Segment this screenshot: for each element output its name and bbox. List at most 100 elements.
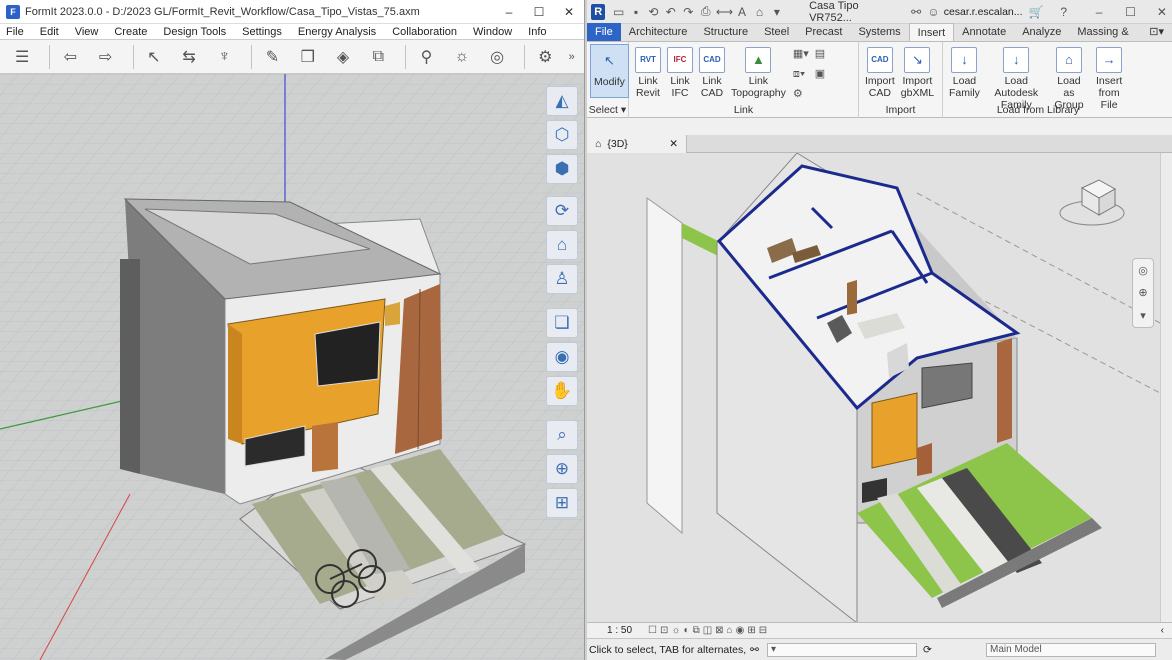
menu-view[interactable]: View [75,26,99,38]
menu-info[interactable]: Info [528,26,546,38]
ribbon-insert: ↖ Modify Select ▾ RVT Link Revit IFC Link… [587,42,1172,118]
undo-icon[interactable]: ↶ [664,5,678,19]
menu-create[interactable]: Create [114,26,147,38]
pan-hand-icon[interactable]: ✋ [546,376,578,406]
status-sync-icon[interactable]: ⟳ [923,644,932,656]
view-control-icons[interactable]: ☐⊡☼◐⧉◫⊠⌂◉⊞⊟ [648,625,770,636]
open-folder-icon[interactable]: ▭ [611,5,625,19]
scale-icon[interactable]: ◎ [483,44,511,70]
tab-analyze[interactable]: Analyze [1014,23,1069,41]
measure-icon[interactable]: ⟷ [716,5,733,19]
move-icon[interactable]: ⇆ [175,44,203,70]
revit-window: R ▭ ▪ ⟲ ↶ ↷ ⎙ ⟷ A ⌂ ▾ Casa Tipo VR752...… [587,0,1172,660]
close-icon[interactable]: ✕ [1155,5,1169,19]
tab-structure[interactable]: Structure [695,23,756,41]
formit-app-icon: F [6,4,20,19]
redo-icon[interactable]: ↷ [681,5,695,19]
user-icon[interactable]: ☺ [926,5,940,19]
maximize-icon[interactable]: ☐ [524,5,554,19]
view-scroll-left-icon[interactable]: ‹ [1161,625,1164,636]
menu-design-tools[interactable]: Design Tools [163,26,226,38]
tab-steel[interactable]: Steel [756,23,797,41]
zoom-icon[interactable]: ⌕ [546,420,578,450]
tab-massing-site[interactable]: Massing & Site [1069,23,1141,56]
layers-icon[interactable]: ☰ [8,44,36,70]
close-icon[interactable]: ✕ [554,5,584,19]
walk-icon[interactable]: ♙ [546,264,578,294]
menu-collaboration[interactable]: Collaboration [392,26,457,38]
load-autodesk-family-icon: ↓ [1003,47,1030,73]
location-icon[interactable]: ⚲ [412,44,440,70]
coordination-icon[interactable]: ⚙ [793,84,809,104]
tab-annotate[interactable]: Annotate [954,23,1014,41]
edit-solid-icon[interactable]: ◈ [329,44,357,70]
menu-edit[interactable]: Edit [40,26,59,38]
zoom-nav-icon[interactable]: ⊕ [1138,286,1147,299]
revit-window-title: Casa Tipo VR752... [809,0,859,24]
orbit-view-icon[interactable]: ⟳ [546,196,578,226]
zoom-window-icon[interactable]: ⊕ [546,454,578,484]
tag-icon[interactable]: A [735,5,749,19]
tab-systems[interactable]: Systems [850,23,908,41]
close-view-icon[interactable]: ✕ [669,138,678,150]
menu-energy-analysis[interactable]: Energy Analysis [298,26,376,38]
print-icon[interactable]: ⎙ [698,4,712,19]
group-icon[interactable]: ⧉ [364,44,392,70]
cube-icon[interactable]: ❒ [294,44,322,70]
workset-select[interactable]: ▾ [766,642,917,657]
worksharing-icon[interactable]: ⚯ [750,644,759,656]
point-cloud-icon[interactable]: ⧈▾ [793,64,809,84]
toolbar-more-icon[interactable]: » [566,44,577,70]
undo-icon[interactable]: ⇦ [56,44,84,70]
save-icon[interactable]: ▪ [629,5,643,19]
select-arrow-icon[interactable]: ↖ [140,44,168,70]
manage-links-icon[interactable]: ▤ [815,44,825,64]
link-pdf-icon[interactable]: ▣ [815,64,825,84]
revit-logo-icon[interactable]: R [591,3,606,20]
view-scale[interactable]: 1 : 50 [607,625,632,636]
view-front-icon[interactable]: ⬡ [546,120,578,150]
cart-icon[interactable]: 🛒 [1029,5,1044,19]
perspective-icon[interactable]: ⌂ [546,230,578,260]
view-cube-top-icon[interactable]: ◭ [546,86,578,116]
binoculars-icon[interactable]: ⚯ [909,5,923,19]
minimize-icon[interactable]: – [494,5,524,19]
design-option-select[interactable]: Main Model [986,642,1156,657]
formit-3d-viewport[interactable]: ◭ ⬡ ⬢ ⟳ ⌂ ♙ ❏ ◉ ✋ ⌕ ⊕ ⊞ [0,74,584,660]
nav-dropdown-icon[interactable]: ▾ [1140,309,1146,322]
menu-settings[interactable]: Settings [242,26,282,38]
steering-wheel-icon[interactable]: ◎ [1138,264,1148,277]
viewport-scrollbar[interactable] [1160,153,1172,622]
tab-precast[interactable]: Precast [797,23,850,41]
panel-load-from-library: ↓ Load Family ↓ Load Autodesk Family ⌂ Loa… [943,42,1133,118]
3d-view-icon[interactable]: ⌂ [752,5,766,19]
tab-file[interactable]: File [587,23,621,41]
sync-icon[interactable]: ⟲ [646,5,660,19]
maximize-icon[interactable]: ☐ [1123,5,1137,19]
revit-3d-viewport[interactable]: ◎ ⊕ ▾ [587,153,1172,622]
pin-tool-icon[interactable]: ♆ [210,44,238,70]
ribbon-more-icon[interactable]: ⊡▾ [1141,23,1172,41]
gear-icon[interactable]: ⚙ [531,44,559,70]
draw-pencil-icon[interactable]: ✎ [258,44,286,70]
minimize-icon[interactable]: – [1092,5,1106,19]
redo-icon[interactable]: ⇨ [91,44,119,70]
menu-window[interactable]: Window [473,26,512,38]
view-tab-3d[interactable]: ⌂ {3D} ✕ [587,134,687,153]
look-around-icon[interactable]: ◉ [546,342,578,372]
user-name[interactable]: cesar.r.escalan... [944,6,1023,18]
load-as-group-icon: ⌂ [1055,47,1082,73]
help-icon[interactable]: ? [1056,5,1070,19]
view-iso-icon[interactable]: ⬢ [546,154,578,184]
sun-icon[interactable]: ☼ [448,44,476,70]
tab-architecture[interactable]: Architecture [621,23,696,41]
panel-select-label[interactable]: Select ▾ [587,104,628,116]
decal-icon[interactable]: ▦▾ [793,44,809,64]
tab-insert[interactable]: Insert [908,23,955,41]
menu-file[interactable]: File [6,26,24,38]
view-control-bar: 1 : 50 ☐⊡☼◐⧉◫⊠⌂◉⊞⊟ ‹ [587,622,1172,638]
zoom-extents-icon[interactable]: ⊞ [546,488,578,518]
qat-dropdown-icon[interactable]: ▾ [770,5,784,19]
modify-button[interactable]: ↖ Modify [590,44,629,98]
section-cube-icon[interactable]: ❏ [546,308,578,338]
